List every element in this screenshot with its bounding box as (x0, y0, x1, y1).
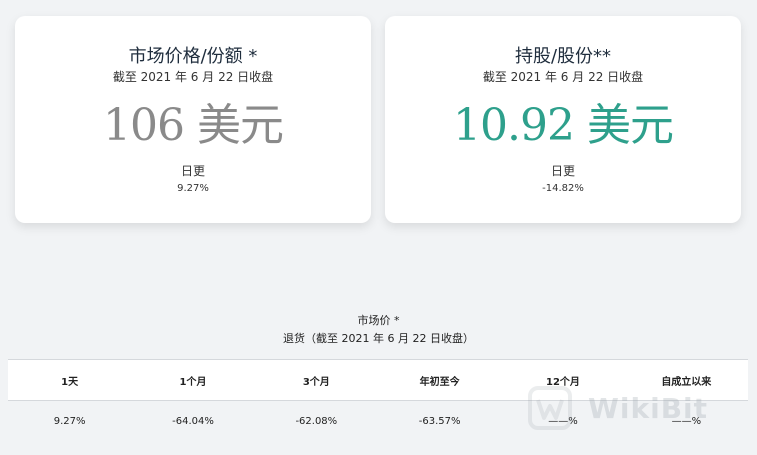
watermark-text: WikiBit (588, 392, 709, 425)
holdings-change-value: -14.82% (542, 183, 584, 194)
performance-subtitle: 退货（截至 2021 年 6 月 22 日收盘） (283, 332, 474, 345)
header-1-month: 1个月 (131, 359, 255, 401)
header-3-months: 3个月 (254, 359, 378, 401)
market-price-card: 市场价格/份额 * 截至 2021 年 6 月 22 日收盘 106 美元 日更… (15, 16, 371, 223)
holdings-date: 截至 2021 年 6 月 22 日收盘 (482, 70, 644, 84)
header-ytd: 年初至今 (377, 359, 502, 401)
value-1-month: -64.04% (172, 415, 214, 427)
holdings-card: 持股/股份** 截至 2021 年 6 月 22 日收盘 10.92 美元 日更… (385, 16, 741, 223)
value-1-day: 9.27% (53, 415, 86, 427)
market-price-change-label: 日更 (180, 164, 205, 178)
value-ytd: -63.57% (418, 415, 461, 427)
holdings-change-label: 日更 (550, 164, 575, 178)
performance-title: 市场价 * (357, 314, 400, 327)
holdings-title: 持股/股份** (514, 46, 612, 67)
market-price-title: 市场价格/份额 * (128, 46, 258, 67)
market-price-date: 截至 2021 年 6 月 22 日收盘 (112, 70, 274, 84)
holdings-value: 10.92 美元 (453, 100, 674, 151)
header-1-day: 1天 (8, 359, 132, 401)
market-price-change-value: 9.27% (177, 183, 209, 194)
market-price-value: 106 美元 (103, 100, 284, 151)
value-3-months: -62.08% (295, 415, 338, 427)
